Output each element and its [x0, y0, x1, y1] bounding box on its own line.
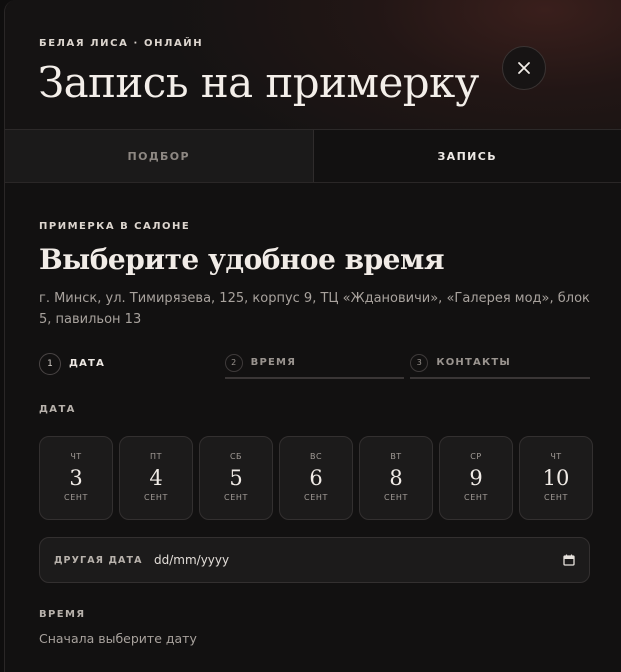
stepper: 1 ДАТА 2 ВРЕМЯ 3 КОНТАКТЫ — [39, 348, 591, 379]
brand-eyebrow: БЕЛАЯ ЛИСА · ОНЛАЙН — [39, 38, 204, 49]
day-of-week: ПТ — [150, 452, 162, 461]
modal-title: Запись на примерку — [38, 58, 479, 107]
day-month: СЕНТ — [144, 493, 168, 502]
other-date-field[interactable]: ДРУГАЯ ДАТА dd/mm/yyyy — [39, 537, 590, 583]
day-card[interactable]: СР 9 СЕНТ — [439, 436, 513, 520]
section-eyebrow: ПРИМЕРКА В САЛОНЕ — [39, 221, 191, 232]
time-label: ВРЕМЯ — [39, 609, 86, 620]
day-month: СЕНТ — [464, 493, 488, 502]
day-card[interactable]: ВТ 8 СЕНТ — [359, 436, 433, 520]
booking-modal: БЕЛАЯ ЛИСА · ОНЛАЙН Запись на примерку П… — [4, 0, 621, 672]
step-number: 3 — [410, 353, 429, 372]
day-of-week: СБ — [229, 452, 243, 461]
tab-selection[interactable]: ПОДБОР — [5, 130, 314, 182]
step-number: 2 — [224, 353, 243, 372]
step-label: КОНТАКТЫ — [436, 357, 511, 368]
section-title: Выберите удобное время — [39, 243, 445, 276]
close-button[interactable] — [502, 46, 546, 90]
step-number: 1 — [39, 352, 61, 375]
step-label: ДАТА — [69, 358, 106, 369]
day-number: 4 — [149, 466, 163, 490]
day-card[interactable]: ЧТ 3 СЕНТ — [39, 436, 113, 520]
day-of-week: СР — [470, 452, 482, 461]
day-card[interactable]: ЧТ 10 СЕНТ — [519, 436, 593, 520]
close-icon — [518, 62, 530, 74]
salon-address: г. Минск, ул. Тимирязева, 125, корпус 9,… — [39, 291, 590, 327]
step-date[interactable]: 1 ДАТА — [39, 348, 219, 379]
day-number: 10 — [542, 466, 570, 490]
step-label: ВРЕМЯ — [250, 357, 297, 368]
tab-bar: ПОДБОР ЗАПИСЬ — [5, 130, 621, 183]
day-card[interactable]: ПТ 4 СЕНТ — [119, 436, 193, 520]
day-number: 3 — [69, 466, 83, 490]
day-number: 6 — [309, 466, 323, 490]
day-of-week: ЧТ — [70, 452, 82, 461]
day-number: 8 — [389, 466, 403, 490]
modal-header: БЕЛАЯ ЛИСА · ОНЛАЙН Запись на примерку — [5, 0, 621, 130]
step-time[interactable]: 2 ВРЕМЯ — [224, 348, 405, 379]
day-number: 5 — [229, 466, 243, 490]
day-of-week: ВТ — [390, 452, 402, 461]
day-month: СЕНТ — [544, 493, 568, 502]
calendar-icon[interactable] — [563, 554, 575, 566]
day-month: СЕНТ — [304, 493, 328, 502]
day-card[interactable]: ВС 6 СЕНТ — [279, 436, 353, 520]
day-card[interactable]: СБ 5 СЕНТ — [199, 436, 273, 520]
day-month: СЕНТ — [224, 493, 248, 502]
day-month: СЕНТ — [384, 493, 408, 502]
other-date-input[interactable]: dd/mm/yyyy — [154, 553, 563, 567]
day-of-week: ЧТ — [550, 452, 562, 461]
other-date-label: ДРУГАЯ ДАТА — [54, 554, 143, 566]
day-month: СЕНТ — [64, 493, 88, 502]
day-number: 9 — [469, 466, 483, 490]
step-contacts[interactable]: 3 КОНТАКТЫ — [410, 348, 591, 379]
tab-booking[interactable]: ЗАПИСЬ — [313, 130, 621, 182]
date-picker-days: ЧТ 3 СЕНТ ПТ 4 СЕНТ СБ 5 СЕНТ ВС 6 СЕНТ … — [39, 436, 593, 520]
date-label: ДАТА — [39, 404, 76, 415]
day-of-week: ВС — [309, 452, 323, 461]
time-hint: Сначала выберите дату — [39, 631, 197, 646]
